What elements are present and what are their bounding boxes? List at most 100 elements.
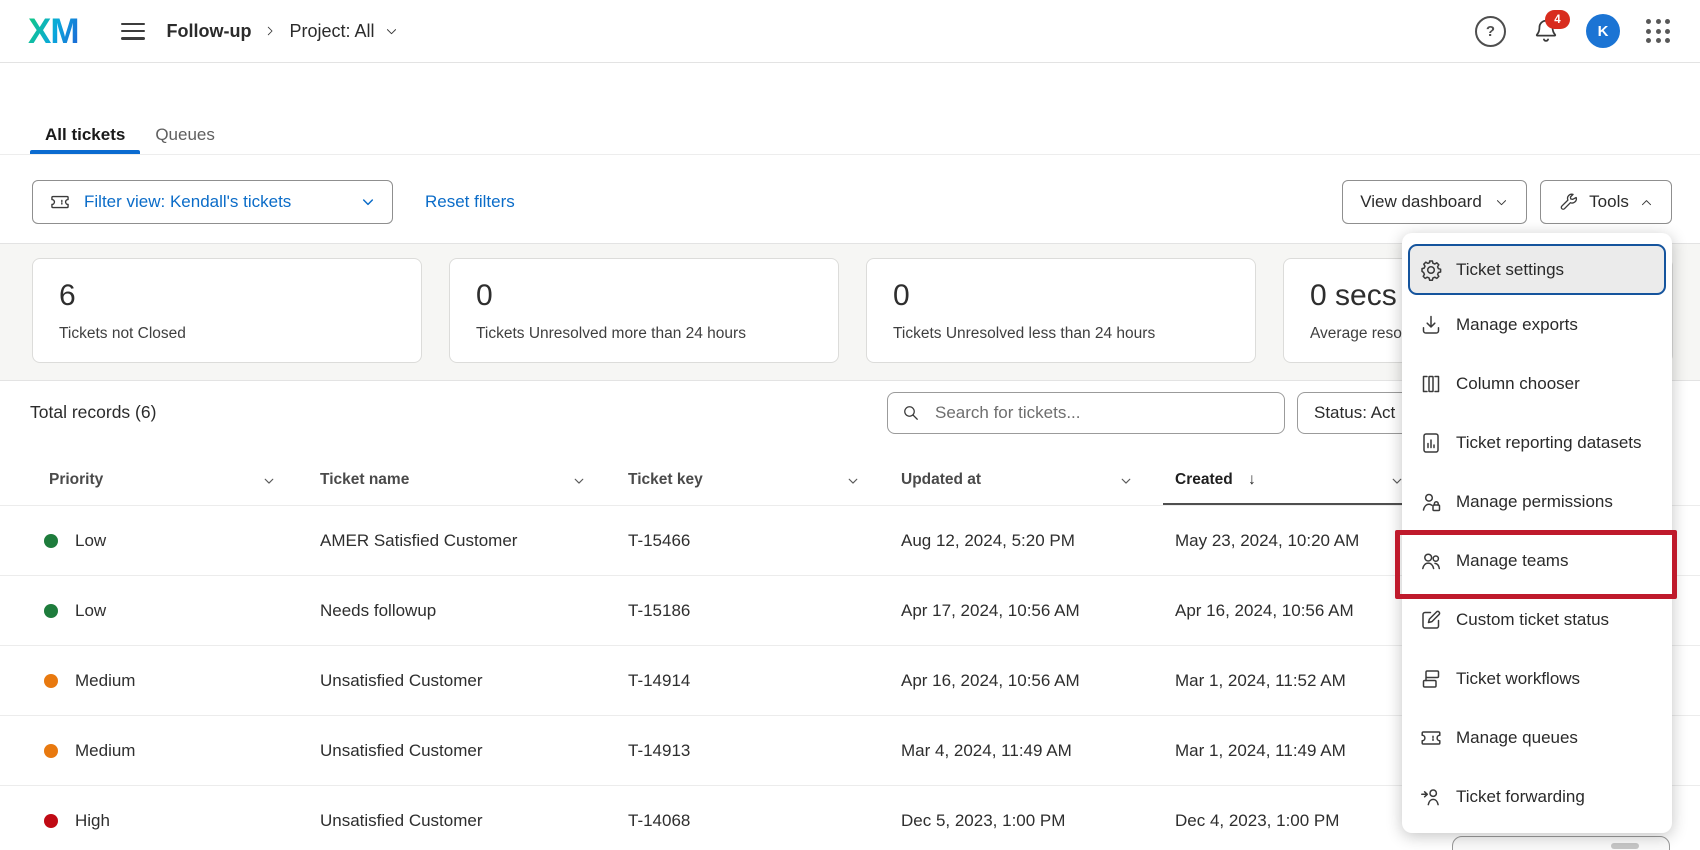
chevron-down-icon bbox=[360, 194, 376, 210]
view-dashboard-label: View dashboard bbox=[1360, 192, 1482, 212]
stat-label: Tickets Unresolved less than 24 hours bbox=[893, 325, 1229, 343]
menu-item-label: Column chooser bbox=[1456, 374, 1580, 394]
hamburger-menu-icon[interactable] bbox=[121, 23, 145, 40]
ticket-key-cell: T-15466 bbox=[628, 531, 690, 551]
sort-descending-icon[interactable]: ↓ bbox=[1248, 471, 1256, 489]
notifications-button[interactable]: 4 bbox=[1532, 17, 1560, 45]
updated-at-cell: Apr 17, 2024, 10:56 AM bbox=[901, 601, 1080, 621]
workflow-icon bbox=[1419, 667, 1443, 691]
updated-at-cell: Aug 12, 2024, 5:20 PM bbox=[901, 531, 1075, 551]
app-grid-icon[interactable] bbox=[1646, 19, 1670, 43]
ticket-key-cell: T-14913 bbox=[628, 741, 690, 761]
filter-view-dropdown[interactable]: Filter view: Kendall's tickets bbox=[32, 180, 393, 224]
download-icon bbox=[1419, 313, 1443, 337]
breadcrumb-project-label: Project: All bbox=[289, 21, 374, 42]
tools-menu: Ticket settings Manage exports Column ch… bbox=[1402, 233, 1672, 833]
xm-logo: XM bbox=[28, 14, 79, 49]
menu-item-custom-ticket-status[interactable]: Custom ticket status bbox=[1402, 590, 1672, 649]
column-header-priority[interactable]: Priority bbox=[49, 471, 103, 489]
ticket-name-cell: Unsatisfied Customer bbox=[320, 671, 483, 691]
menu-item-label: Custom ticket status bbox=[1456, 610, 1609, 630]
priority-dot bbox=[44, 534, 58, 548]
priority-cell: High bbox=[75, 811, 110, 831]
search-icon bbox=[901, 403, 921, 423]
help-glyph: ? bbox=[1486, 23, 1495, 40]
ticket-icon bbox=[1419, 726, 1443, 750]
ticket-key-cell: T-15186 bbox=[628, 601, 690, 621]
chevron-down-icon[interactable] bbox=[572, 474, 586, 488]
menu-item-label: Ticket reporting datasets bbox=[1456, 433, 1642, 453]
breadcrumb-project-dropdown[interactable]: Project: All bbox=[289, 21, 398, 42]
column-header-ticket-name[interactable]: Ticket name bbox=[320, 471, 409, 489]
menu-item-manage-teams[interactable]: Manage teams bbox=[1402, 531, 1672, 590]
menu-item-label: Ticket forwarding bbox=[1456, 787, 1585, 807]
ticket-key-cell: T-14068 bbox=[628, 811, 690, 831]
horizontal-scrollbar[interactable] bbox=[1452, 836, 1670, 850]
stat-value: 0 bbox=[893, 279, 1229, 312]
column-header-ticket-key[interactable]: Ticket key bbox=[628, 471, 703, 489]
forward-person-icon bbox=[1419, 785, 1443, 809]
ticket-name-cell: Unsatisfied Customer bbox=[320, 811, 483, 831]
avatar[interactable]: K bbox=[1586, 14, 1620, 48]
menu-item-manage-exports[interactable]: Manage exports bbox=[1402, 295, 1672, 354]
menu-item-ticket-settings[interactable]: Ticket settings bbox=[1408, 244, 1666, 295]
ticket-search[interactable] bbox=[887, 392, 1285, 434]
edit-icon bbox=[1419, 608, 1443, 632]
menu-item-label: Manage teams bbox=[1456, 551, 1568, 571]
ticket-name-cell: Needs followup bbox=[320, 601, 436, 621]
priority-dot bbox=[44, 674, 58, 688]
menu-item-manage-queues[interactable]: Manage queues bbox=[1402, 708, 1672, 767]
total-records-label: Total records (6) bbox=[30, 402, 156, 423]
tools-button[interactable]: Tools bbox=[1540, 180, 1672, 224]
tools-label: Tools bbox=[1589, 192, 1629, 212]
menu-item-label: Manage permissions bbox=[1456, 492, 1613, 512]
stat-value: 6 bbox=[59, 279, 395, 312]
menu-item-label: Manage exports bbox=[1456, 315, 1578, 335]
tab-queues[interactable]: Queues bbox=[140, 116, 230, 154]
updated-at-cell: Dec 5, 2023, 1:00 PM bbox=[901, 811, 1065, 831]
stat-card-unresolved-less-24h: 0 Tickets Unresolved less than 24 hours bbox=[866, 258, 1256, 363]
stat-card-unresolved-more-24h: 0 Tickets Unresolved more than 24 hours bbox=[449, 258, 839, 363]
chevron-up-icon bbox=[1639, 195, 1654, 210]
reset-filters-link[interactable]: Reset filters bbox=[425, 180, 515, 224]
column-header-updated-at[interactable]: Updated at bbox=[901, 471, 981, 489]
stat-card-not-closed: 6 Tickets not Closed bbox=[32, 258, 422, 363]
notification-badge: 4 bbox=[1545, 10, 1570, 29]
menu-item-ticket-workflows[interactable]: Ticket workflows bbox=[1402, 649, 1672, 708]
breadcrumb-section[interactable]: Follow-up bbox=[167, 21, 252, 42]
created-cell: Dec 4, 2023, 1:00 PM bbox=[1175, 811, 1339, 831]
chevron-down-icon[interactable] bbox=[846, 474, 860, 488]
stat-value: 0 bbox=[476, 279, 812, 312]
search-input[interactable] bbox=[933, 402, 1271, 424]
menu-item-ticket-reporting-datasets[interactable]: Ticket reporting datasets bbox=[1402, 413, 1672, 472]
view-dashboard-button[interactable]: View dashboard bbox=[1342, 180, 1527, 224]
app-window: XM Follow-up Project: All ? 4 K All tick… bbox=[0, 0, 1700, 850]
status-filter-label: Status: Act bbox=[1314, 403, 1395, 423]
chevron-down-icon bbox=[384, 24, 399, 39]
ticket-key-cell: T-14914 bbox=[628, 671, 690, 691]
menu-item-ticket-forwarding[interactable]: Ticket forwarding bbox=[1402, 767, 1672, 826]
stat-label: Tickets not Closed bbox=[59, 325, 395, 343]
priority-cell: Medium bbox=[75, 671, 135, 691]
tab-all-tickets[interactable]: All tickets bbox=[30, 116, 140, 154]
chevron-down-icon[interactable] bbox=[262, 474, 276, 488]
filter-view-label: Filter view: Kendall's tickets bbox=[84, 192, 291, 212]
priority-dot bbox=[44, 604, 58, 618]
menu-item-label: Ticket workflows bbox=[1456, 669, 1580, 689]
wrench-icon bbox=[1558, 192, 1579, 213]
menu-item-manage-permissions[interactable]: Manage permissions bbox=[1402, 472, 1672, 531]
report-chart-icon bbox=[1419, 431, 1443, 455]
menu-item-column-chooser[interactable]: Column chooser bbox=[1402, 354, 1672, 413]
column-header-created[interactable]: Created bbox=[1175, 471, 1233, 489]
chevron-down-icon bbox=[1494, 195, 1509, 210]
chevron-down-icon[interactable] bbox=[1119, 474, 1133, 488]
ticket-name-cell: AMER Satisfied Customer bbox=[320, 531, 517, 551]
created-cell: Apr 16, 2024, 10:56 AM bbox=[1175, 601, 1354, 621]
scrollbar-thumb[interactable] bbox=[1611, 843, 1639, 849]
help-button[interactable]: ? bbox=[1475, 16, 1506, 47]
stat-label: Tickets Unresolved more than 24 hours bbox=[476, 325, 812, 343]
priority-cell: Low bbox=[75, 601, 106, 621]
gear-icon bbox=[1419, 258, 1443, 282]
priority-dot bbox=[44, 814, 58, 828]
priority-cell: Low bbox=[75, 531, 106, 551]
